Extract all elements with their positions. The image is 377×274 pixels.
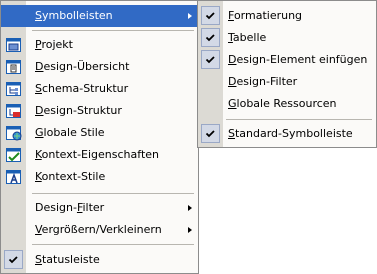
styles-icon (5, 168, 23, 186)
menu-item-status-bar[interactable]: Statusleiste (1, 249, 198, 271)
menu-item-label: Globale Ressourcen (228, 97, 337, 110)
submenu-item-insert-design-element[interactable]: Design-Element einfügen (198, 49, 376, 71)
submenu-item-design-filter[interactable]: Design-Filter (198, 71, 376, 93)
menu-item-label: Design-Übersicht (35, 60, 130, 73)
menu-item-label: Kontext-Stile (35, 170, 106, 183)
menu-item-label: Design-Struktur (35, 104, 122, 117)
checkmark-icon (201, 28, 220, 47)
menu-item-label: Design-Filter (35, 201, 105, 214)
menu-item-context-properties[interactable]: Kontext-Eigenschaften (1, 144, 198, 166)
design-tree-icon (5, 102, 23, 120)
view-menu: Symbolleisten Projekt Design-Übersicht S… (0, 0, 199, 274)
menu-item-project[interactable]: Projekt (1, 34, 198, 56)
toolbars-submenu: Formatierung Tabelle Design-Element einf… (197, 0, 377, 148)
submenu-arrow-icon (188, 13, 192, 19)
menu-item-design-overview[interactable]: Design-Übersicht (1, 56, 198, 78)
menu-item-zoom[interactable]: Vergrößern/Verkleinern (1, 219, 198, 241)
checkmark-icon (201, 50, 220, 69)
submenu-item-standard-toolbar[interactable]: Standard-Symbolleiste (198, 123, 376, 145)
menu-separator (32, 30, 194, 31)
menu-item-schema-tree[interactable]: Schema-Struktur (1, 78, 198, 100)
menu-separator (32, 193, 194, 194)
global-styles-icon (5, 124, 23, 142)
menu-item-label: Design-Filter (228, 75, 298, 88)
menu-item-label: Tabelle (228, 31, 267, 44)
submenu-item-formatting[interactable]: Formatierung (198, 5, 376, 27)
checkmark-icon (4, 250, 23, 269)
menu-item-context-styles[interactable]: Kontext-Stile (1, 166, 198, 188)
menu-item-toolbars-label: Symbolleisten (35, 9, 113, 22)
menu-item-label: Projekt (35, 38, 73, 51)
menu-item-label: Kontext-Eigenschaften (35, 148, 160, 161)
submenu-arrow-icon (188, 227, 192, 233)
menu-item-global-styles[interactable]: Globale Stile (1, 122, 198, 144)
menu-item-label: Vergrößern/Verkleinern (35, 223, 162, 236)
menu-item-label: Standard-Symbolleiste (228, 127, 353, 140)
menu-separator (32, 244, 194, 245)
menu-item-design-tree[interactable]: Design-Struktur (1, 100, 198, 122)
submenu-item-global-resources[interactable]: Globale Ressourcen (198, 93, 376, 115)
submenu-arrow-icon (188, 205, 192, 211)
project-window-icon (5, 36, 23, 54)
menu-item-label: Globale Stile (35, 126, 105, 139)
menu-separator (226, 119, 372, 120)
menu-item-label: Formatierung (228, 9, 303, 22)
submenu-item-table[interactable]: Tabelle (198, 27, 376, 49)
menu-item-toolbars[interactable]: Symbolleisten (1, 5, 198, 27)
checkmark-icon (201, 124, 220, 143)
menu-item-design-filter[interactable]: Design-Filter (1, 197, 198, 219)
checkmark-icon (201, 6, 220, 25)
menu-item-label: Schema-Struktur (35, 82, 129, 95)
menu-item-label: Statusleiste (35, 253, 100, 266)
design-overview-icon (5, 58, 23, 76)
menu-item-label: Design-Element einfügen (228, 53, 368, 66)
properties-icon (5, 146, 23, 164)
schema-tree-icon (5, 80, 23, 98)
